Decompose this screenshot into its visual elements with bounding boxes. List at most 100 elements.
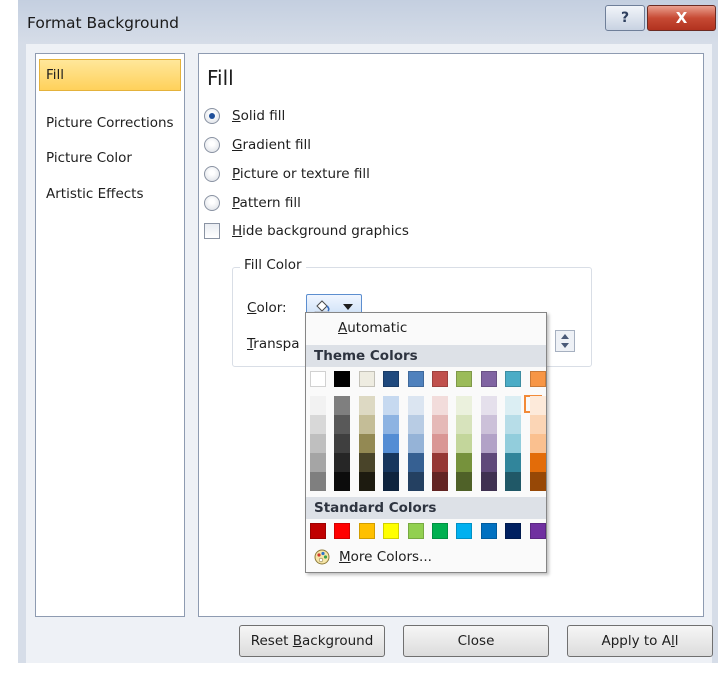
theme-shade-swatch[interactable] [529,453,546,472]
theme-shade-swatch[interactable] [383,472,400,491]
theme-shade-swatch[interactable] [529,415,546,434]
theme-shade-swatch[interactable] [432,453,448,472]
theme-shade-swatch[interactable] [456,396,473,415]
transparency-spinner[interactable] [555,330,575,352]
sidebar-item-artistic-effects[interactable]: Artistic Effects [39,178,181,210]
sidebar-item-fill[interactable]: Fill [39,59,181,91]
theme-shade-swatch[interactable] [310,415,326,434]
theme-shade-swatch[interactable] [529,434,546,453]
theme-shade-swatch[interactable] [432,415,448,434]
theme-shade-swatch[interactable] [407,396,424,415]
sidebar-item-picture-color[interactable]: Picture Color [39,142,181,174]
standard-color-swatch[interactable] [505,523,522,539]
theme-shade-swatch[interactable] [407,453,424,472]
color-picker-menu: Automatic Theme Colors Standard Colors M… [305,312,547,573]
standard-color-swatch[interactable] [432,523,448,539]
spin-down-icon[interactable] [561,343,569,348]
theme-shade-swatch[interactable] [480,434,497,453]
theme-color-swatch[interactable] [310,371,326,387]
title-bar[interactable]: Format Background ? X [18,0,718,44]
theme-shade-swatch[interactable] [334,453,351,472]
help-button[interactable]: ? [605,5,645,31]
theme-shade-swatch[interactable] [456,453,473,472]
theme-shade-swatch[interactable] [480,415,497,434]
theme-shade-swatch[interactable] [529,472,546,491]
theme-shade-swatch[interactable] [407,434,424,453]
theme-shade-swatch[interactable] [529,396,546,415]
pattern-fill-radio[interactable] [204,195,220,211]
theme-shade-swatch[interactable] [432,472,448,491]
gradient-fill-radio[interactable] [204,137,220,153]
theme-shade-swatch[interactable] [407,415,424,434]
spin-up-icon[interactable] [561,334,569,339]
solid-fill-label: Solid fill [232,108,286,124]
theme-shade-swatch[interactable] [456,415,473,434]
theme-shade-swatch[interactable] [505,434,522,453]
hide-background-graphics-option[interactable]: Hide background graphics [204,219,409,243]
gradient-fill-option[interactable]: Gradient fill [204,133,311,157]
chevron-down-icon [343,304,353,310]
theme-shade-swatch[interactable] [505,472,522,491]
more-colors-option[interactable]: More Colors... [314,549,432,565]
close-button[interactable]: Close [403,625,549,657]
picture-texture-fill-radio[interactable] [204,166,220,182]
pattern-fill-option[interactable]: Pattern fill [204,191,301,215]
sidebar-item-picture-corrections[interactable]: Picture Corrections [39,107,181,139]
theme-color-swatch[interactable] [407,371,424,387]
hide-background-graphics-checkbox[interactable] [204,223,220,239]
theme-shade-swatch[interactable] [334,415,351,434]
standard-color-swatch[interactable] [456,523,473,539]
theme-shade-swatch[interactable] [334,396,351,415]
solid-fill-option[interactable]: Solid fill [204,104,285,128]
theme-shade-swatch[interactable] [358,396,375,415]
theme-shade-swatch[interactable] [456,434,473,453]
theme-shade-swatch[interactable] [310,434,326,453]
theme-color-swatch[interactable] [505,371,522,387]
theme-shade-swatch[interactable] [358,415,375,434]
theme-shade-swatch[interactable] [480,396,497,415]
apply-to-all-button[interactable]: Apply to All [567,625,713,657]
theme-shade-swatch[interactable] [383,415,400,434]
color-palette-icon [314,549,330,565]
theme-shade-swatch[interactable] [310,472,326,491]
theme-shade-swatch[interactable] [334,434,351,453]
theme-color-swatch[interactable] [456,371,473,387]
theme-color-swatch[interactable] [334,371,351,387]
standard-color-swatch[interactable] [407,523,424,539]
solid-fill-radio[interactable] [204,108,220,124]
theme-shade-swatch[interactable] [358,453,375,472]
theme-shade-swatch[interactable] [480,472,497,491]
standard-color-swatch[interactable] [358,523,375,539]
theme-shade-swatch[interactable] [456,472,473,491]
theme-shade-swatch[interactable] [407,472,424,491]
theme-shade-swatch[interactable] [383,453,400,472]
standard-color-swatch[interactable] [529,523,546,539]
automatic-color-option[interactable]: Automatic [338,320,407,336]
theme-color-swatch[interactable] [358,371,375,387]
theme-color-swatch[interactable] [383,371,400,387]
theme-shade-swatch[interactable] [358,472,375,491]
standard-color-swatch[interactable] [480,523,497,539]
reset-background-button[interactable]: Reset Background [239,625,385,657]
theme-shade-swatch[interactable] [358,434,375,453]
theme-shade-swatch[interactable] [505,415,522,434]
theme-shade-swatch[interactable] [383,396,400,415]
picture-texture-fill-option[interactable]: Picture or texture fill [204,162,370,186]
standard-color-swatch[interactable] [383,523,400,539]
theme-shade-swatch[interactable] [480,453,497,472]
close-window-button[interactable]: X [647,5,716,31]
theme-color-swatch[interactable] [529,371,546,387]
theme-shade-swatch[interactable] [505,396,522,415]
theme-shade-swatch[interactable] [432,434,448,453]
theme-color-swatch[interactable] [432,371,448,387]
theme-shade-swatch[interactable] [310,453,326,472]
theme-shade-swatch[interactable] [383,434,400,453]
category-sidebar: Fill Picture Corrections Picture Color A… [35,53,185,617]
theme-shade-swatch[interactable] [310,396,326,415]
theme-shade-swatch[interactable] [505,453,522,472]
standard-color-swatch[interactable] [334,523,351,539]
theme-shade-swatch[interactable] [432,396,448,415]
theme-shade-swatch[interactable] [334,472,351,491]
standard-color-swatch[interactable] [310,523,326,539]
theme-color-swatch[interactable] [480,371,497,387]
